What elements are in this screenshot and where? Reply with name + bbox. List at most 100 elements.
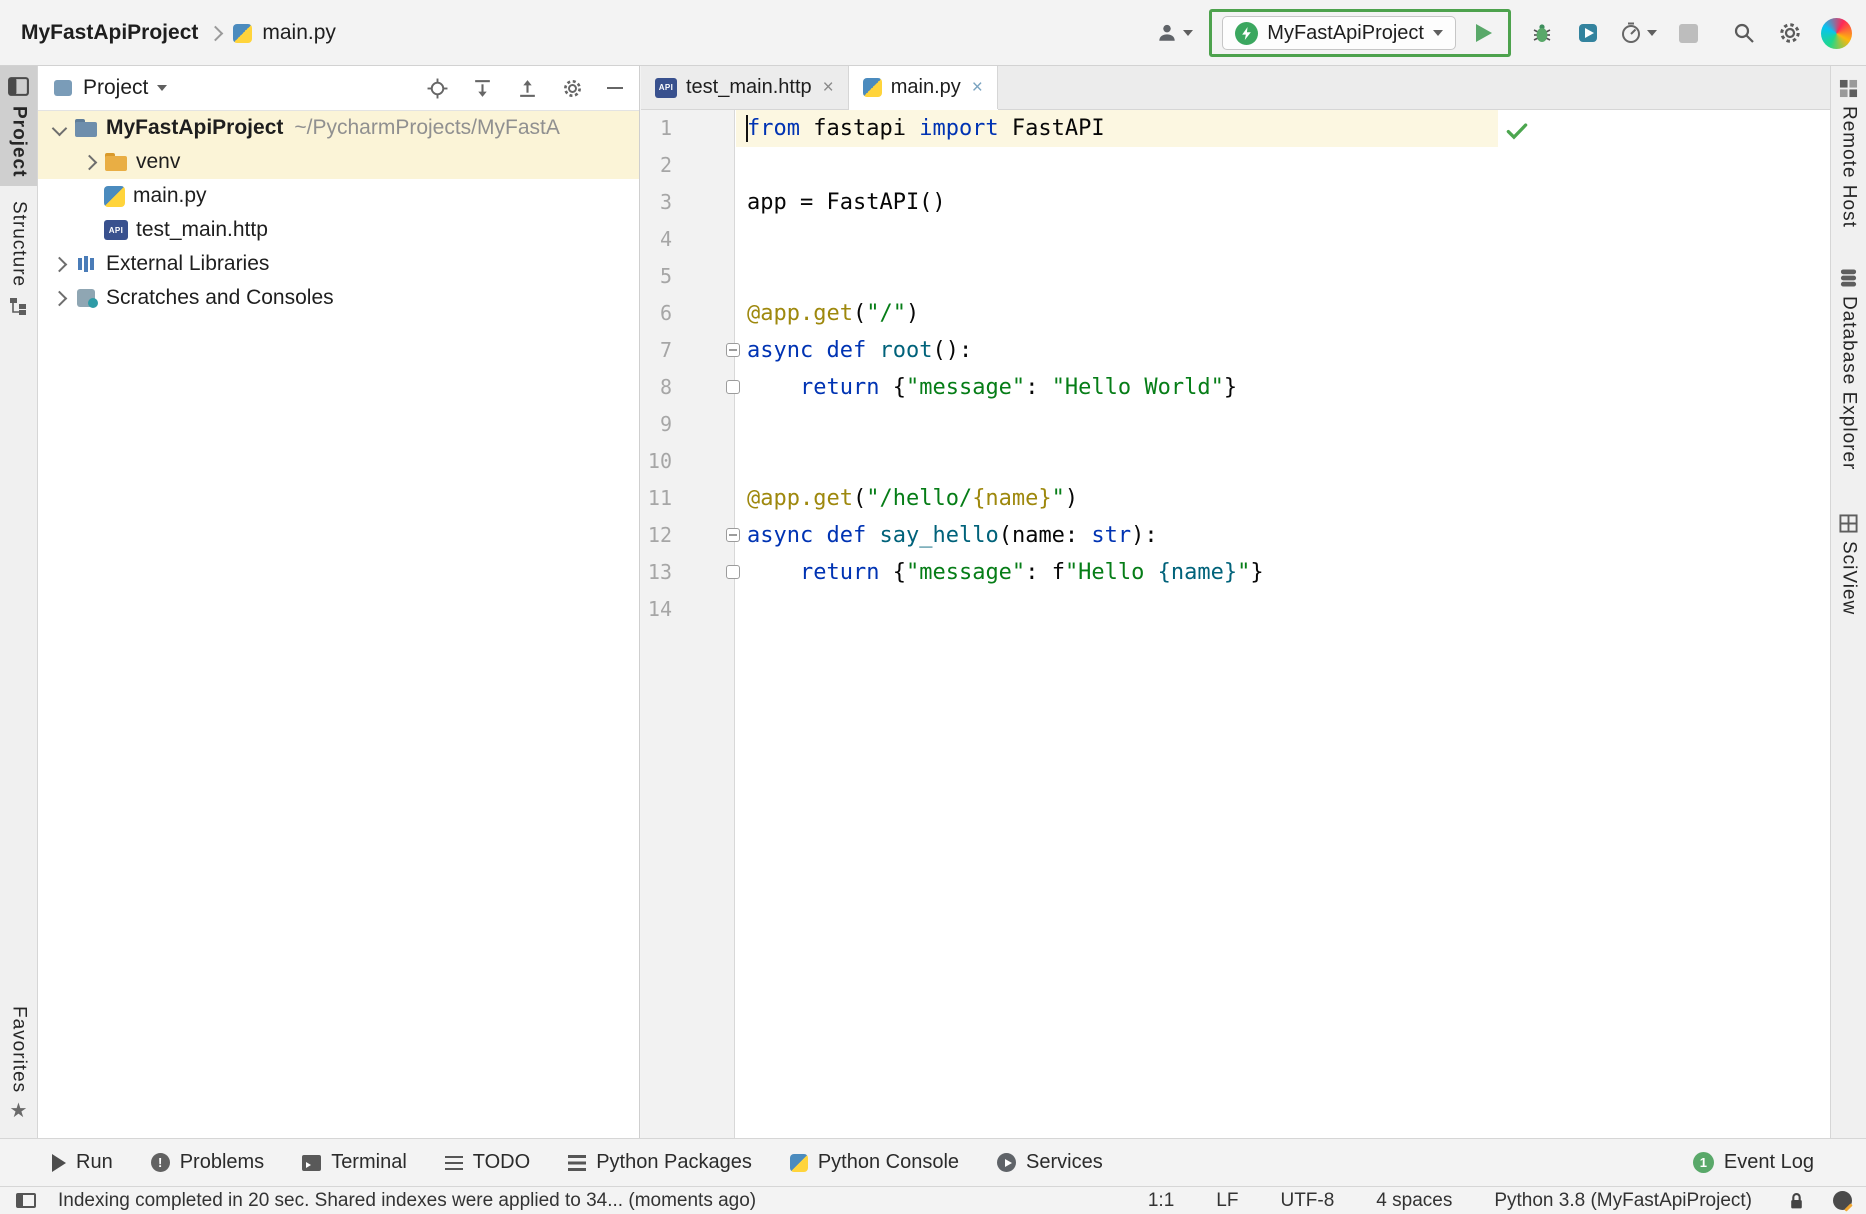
locate-file-icon[interactable] — [427, 78, 448, 99]
tree-item-label: MyFastApiProject — [106, 116, 283, 140]
code-token — [813, 523, 826, 548]
tool-window-label: Favorites — [8, 1006, 30, 1093]
debug-button[interactable] — [1527, 18, 1557, 48]
project-tree: MyFastApiProject~/PycharmProjects/MyFast… — [38, 111, 639, 315]
tree-item-test-main-http[interactable]: APItest_main.http — [38, 213, 639, 247]
caret-position[interactable]: 1:1 — [1148, 1190, 1174, 1212]
python-file-icon — [233, 24, 252, 43]
tool-run[interactable]: Run — [52, 1151, 113, 1174]
status-right: 1:1 LF UTF-8 4 spaces Python 3.8 (MyFastApiP… — [1148, 1190, 1866, 1212]
code-line-5[interactable] — [736, 258, 1830, 295]
tree-item-myfastapiproject[interactable]: MyFastApiProject~/PycharmProjects/MyFast… — [38, 111, 639, 145]
run-configuration-selector[interactable]: MyFastApiProject — [1222, 16, 1456, 50]
code-line-3[interactable]: app = FastAPI() — [736, 184, 1830, 221]
editor-tab-bar: API test_main.http × main.py × — [641, 66, 1830, 110]
code-line-10[interactable] — [736, 443, 1830, 480]
tool-label: Problems — [180, 1151, 264, 1174]
tree-item-label: Scratches and Consoles — [106, 286, 334, 310]
expand-all-icon[interactable] — [472, 78, 493, 99]
code-line-14[interactable] — [736, 591, 1830, 628]
tab-main-py[interactable]: main.py × — [849, 66, 998, 109]
code-with-me-button[interactable] — [1156, 18, 1193, 48]
code-token: str — [1091, 523, 1131, 548]
status-message[interactable]: Indexing completed in 20 sec. Shared ind… — [58, 1190, 756, 1212]
code-token: FastAPI — [999, 116, 1105, 141]
fold-marker-icon[interactable] — [726, 528, 740, 542]
code-line-7[interactable]: async def root(): — [736, 332, 1830, 369]
code-line-9[interactable] — [736, 406, 1830, 443]
tool-todo[interactable]: TODO — [445, 1151, 530, 1174]
settings-button[interactable] — [1775, 18, 1805, 48]
chevron-right-icon[interactable] — [44, 293, 74, 304]
breadcrumb-file[interactable]: main.py — [262, 21, 336, 45]
run-with-coverage-button[interactable] — [1573, 18, 1603, 48]
chevron-down-icon[interactable] — [44, 123, 74, 134]
run-button[interactable] — [1468, 18, 1498, 48]
python-interpreter[interactable]: Python 3.8 (MyFastApiProject) — [1494, 1190, 1752, 1212]
tool-window-button-favorites[interactable]: Favorites ★ — [0, 997, 37, 1130]
code-token: { — [879, 560, 906, 585]
tool-label: Python Console — [818, 1151, 959, 1174]
stop-button[interactable] — [1673, 18, 1703, 48]
fold-marker-icon[interactable] — [726, 343, 740, 357]
tool-event-log[interactable]: 1 Event Log — [1693, 1151, 1866, 1174]
inspections-ok-icon[interactable] — [1504, 118, 1530, 144]
tree-item-scratches-and-consoles[interactable]: Scratches and Consoles — [38, 281, 639, 315]
panel-settings-gear-icon[interactable] — [562, 78, 583, 99]
fold-marker-icon[interactable] — [726, 565, 740, 579]
code-line-11[interactable]: @app.get("/hello/{name}") — [736, 480, 1830, 517]
tool-services[interactable]: Services — [997, 1151, 1103, 1174]
stop-icon — [1679, 24, 1698, 43]
code-line-1[interactable]: from fastapi import FastAPI — [736, 110, 1498, 147]
event-count-badge: 1 — [1693, 1152, 1714, 1173]
tree-item-main-py[interactable]: main.py — [38, 179, 639, 213]
line-number: 9 — [641, 406, 734, 443]
code-line-2[interactable] — [736, 147, 1830, 184]
tool-window-button-database-explorer[interactable]: Database Explorer — [1831, 259, 1866, 479]
tool-window-button-sciview[interactable]: SciView — [1831, 505, 1866, 624]
line-number: 6 — [641, 295, 734, 332]
chevron-down-icon[interactable] — [157, 85, 167, 91]
code-token: "/hello/ — [866, 486, 972, 511]
line-number: 3 — [641, 184, 734, 221]
tool-terminal[interactable]: Terminal — [302, 1151, 407, 1174]
tool-window-button-project[interactable]: Project — [0, 66, 37, 186]
run-widget-highlight: MyFastApiProject — [1209, 9, 1511, 57]
tool-python-console[interactable]: Python Console — [790, 1151, 959, 1174]
collapse-all-icon[interactable] — [517, 78, 538, 99]
code-line-12[interactable]: async def say_hello(name: str): — [736, 517, 1830, 554]
preview-globe-icon[interactable] — [1833, 1191, 1852, 1210]
lock-icon[interactable] — [1788, 1192, 1805, 1210]
tool-window-button-remote-host[interactable]: Remote Host — [1831, 70, 1866, 237]
code-line-6[interactable]: @app.get("/") — [736, 295, 1830, 332]
editor: API test_main.http × main.py × 123456789… — [641, 66, 1830, 1138]
tree-item-external-libraries[interactable]: External Libraries — [38, 247, 639, 281]
search-everywhere-button[interactable] — [1729, 18, 1759, 48]
fold-marker-icon[interactable] — [726, 380, 740, 394]
line-ending[interactable]: LF — [1216, 1190, 1238, 1212]
tree-item-venv[interactable]: venv — [38, 145, 639, 179]
code-token: ) — [1065, 486, 1078, 511]
project-panel-title[interactable]: Project — [83, 76, 148, 100]
code-token: {name} — [972, 486, 1051, 511]
hide-panel-icon[interactable] — [607, 87, 623, 89]
close-icon[interactable]: × — [972, 78, 983, 97]
code-area[interactable]: 1234567891011121314 from fastapi import … — [641, 110, 1830, 1138]
tab-test-main-http[interactable]: API test_main.http × — [641, 66, 849, 109]
indent-style[interactable]: 4 spaces — [1376, 1190, 1452, 1212]
line-number: 7 — [641, 332, 734, 369]
profiler-button[interactable] — [1619, 18, 1657, 48]
python-console-icon — [790, 1154, 808, 1172]
tool-problems[interactable]: Problems — [151, 1151, 264, 1174]
close-icon[interactable]: × — [823, 78, 834, 97]
chevron-right-icon[interactable] — [44, 259, 74, 270]
breadcrumb-project[interactable]: MyFastApiProject — [21, 21, 198, 45]
code-line-13[interactable]: return {"message": f"Hello {name}"} — [736, 554, 1830, 591]
tool-python-packages[interactable]: Python Packages — [568, 1151, 752, 1174]
file-encoding[interactable]: UTF-8 — [1280, 1190, 1334, 1212]
code-line-8[interactable]: return {"message": "Hello World"} — [736, 369, 1830, 406]
code-line-4[interactable] — [736, 221, 1830, 258]
tool-window-button-structure[interactable]: Structure — [0, 192, 37, 324]
chevron-right-icon[interactable] — [74, 157, 104, 168]
tool-window-layout-icon[interactable] — [16, 1193, 36, 1208]
